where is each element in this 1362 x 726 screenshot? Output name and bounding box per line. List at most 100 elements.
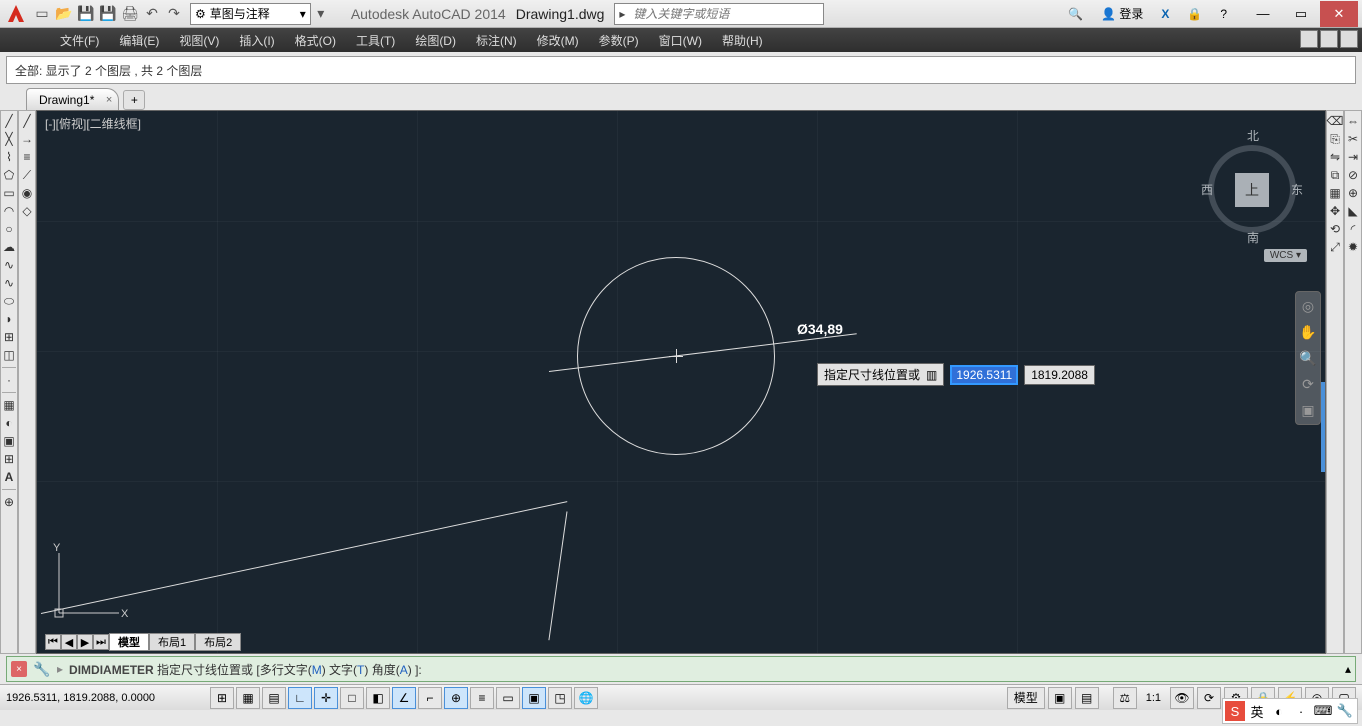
dyn-input-y[interactable]: 1819.2088	[1024, 365, 1095, 385]
polar-icon[interactable]: ✛	[314, 687, 338, 709]
doc-tab-drawing1[interactable]: Drawing1* ×	[26, 88, 119, 110]
menu-tools[interactable]: 工具(T)	[346, 28, 405, 52]
modelspace-button[interactable]: 模型	[1007, 687, 1045, 709]
layout-first-icon[interactable]: ⏮	[45, 634, 61, 650]
cmdline-close-icon[interactable]: ×	[11, 661, 27, 677]
saveas-icon[interactable]: 💾	[98, 4, 118, 24]
splinefit-icon[interactable]: ∿	[1, 275, 17, 291]
zoom-extents-icon[interactable]: 🔍	[1298, 348, 1318, 368]
line-icon[interactable]: ╱	[1, 113, 17, 129]
ellipsearc-icon[interactable]: ◗	[1, 311, 17, 327]
annovis-icon[interactable]: 👁	[1170, 687, 1194, 709]
fillet-icon[interactable]: ◜	[1345, 221, 1361, 237]
viewcube-face[interactable]: 上	[1235, 173, 1269, 207]
circle-icon[interactable]: ○	[1, 221, 17, 237]
join-icon[interactable]: ⊕	[1345, 185, 1361, 201]
menu-insert[interactable]: 插入(I)	[229, 28, 284, 52]
scale-icon[interactable]: ⤢	[1327, 239, 1343, 255]
viewcube-west[interactable]: 西	[1201, 181, 1213, 198]
insert-icon[interactable]: ⊞	[1, 329, 17, 345]
dyn-icon[interactable]: ⊕	[444, 687, 468, 709]
ortho-icon[interactable]: ∟	[288, 687, 312, 709]
rectangle-icon[interactable]: ▭	[1, 185, 17, 201]
viewcube[interactable]: 上 北 南 东 西	[1197, 123, 1307, 263]
layout-last-icon[interactable]: ⏭	[93, 634, 109, 650]
extend-icon[interactable]: ⇥	[1345, 149, 1361, 165]
cmdline-expand-icon[interactable]: ▴	[1345, 662, 1351, 676]
infer-constraints-icon[interactable]: ⊞	[210, 687, 234, 709]
menu-view[interactable]: 视图(V)	[169, 28, 229, 52]
menu-window[interactable]: 窗口(W)	[649, 28, 712, 52]
osnap-icon[interactable]: □	[340, 687, 364, 709]
layout-prev-icon[interactable]: ◀	[61, 634, 77, 650]
revcloud-icon[interactable]: ☁	[1, 239, 17, 255]
tab-model[interactable]: 模型	[109, 633, 149, 651]
grid-icon[interactable]: ▤	[262, 687, 286, 709]
layout-next-icon[interactable]: ▶	[77, 634, 93, 650]
addselected-icon[interactable]: ⊕	[1, 494, 17, 510]
offset-icon[interactable]: ⧉	[1327, 167, 1343, 183]
viewport-controls[interactable]: [-][俯视][二维线框]	[45, 115, 141, 132]
stretch-icon[interactable]: ⇔	[1345, 113, 1361, 129]
cmdline-config-icon[interactable]: 🔧	[33, 661, 51, 678]
minimize-button[interactable]: —	[1244, 1, 1282, 27]
app-logo[interactable]	[4, 2, 28, 26]
command-line[interactable]: × 🔧 ▸ DIMDIAMETER 指定尺寸线位置或 [多行文字(M) 文字(T…	[6, 656, 1356, 682]
search-caret-icon[interactable]: ▸	[615, 7, 629, 21]
chamfer-icon[interactable]: ◣	[1345, 203, 1361, 219]
line2-icon[interactable]: ╱	[19, 113, 35, 129]
dyn-input-x[interactable]: 1926.5311	[950, 365, 1018, 385]
menu-edit[interactable]: 编辑(E)	[109, 28, 169, 52]
rotate-icon[interactable]: ⟲	[1327, 221, 1343, 237]
ime-keyboard-icon[interactable]: ⌨	[1313, 701, 1333, 721]
login-button[interactable]: 👤 登录	[1094, 3, 1150, 25]
exchange-icon[interactable]: X	[1154, 3, 1176, 25]
tab-layout1[interactable]: 布局1	[149, 633, 195, 651]
gradient-icon[interactable]: ◐	[1, 415, 17, 431]
viewcube-north[interactable]: 北	[1247, 127, 1259, 144]
move-icon[interactable]: ✥	[1327, 203, 1343, 219]
explode-icon[interactable]: ✹	[1345, 239, 1361, 255]
new-icon[interactable]: ▭	[32, 4, 52, 24]
tpy-icon[interactable]: ▭	[496, 687, 520, 709]
otrack-icon[interactable]: ∠	[392, 687, 416, 709]
3dpoly-icon[interactable]: ⟋	[19, 167, 35, 183]
block-icon[interactable]: ◫	[1, 347, 17, 363]
break-icon[interactable]: ⊘	[1345, 167, 1361, 183]
menu-format[interactable]: 格式(O)	[285, 28, 346, 52]
menu-draw[interactable]: 绘图(D)	[405, 28, 466, 52]
table-icon[interactable]: ⊞	[1, 451, 17, 467]
annauto-icon[interactable]: ⟳	[1197, 687, 1221, 709]
maximize-button[interactable]: ▭	[1282, 1, 1320, 27]
close-button[interactable]: ✕	[1320, 1, 1358, 27]
print-icon[interactable]: 🖨	[120, 4, 140, 24]
wcs-dropdown[interactable]: WCS ▾	[1264, 249, 1307, 262]
mdi-minimize[interactable]: –	[1300, 30, 1318, 48]
ellipse-icon[interactable]: ⬭	[1, 293, 17, 309]
erase-icon[interactable]: ⌫	[1327, 113, 1343, 129]
search-button[interactable]: 🔍	[1061, 3, 1090, 25]
ime-mode-icon[interactable]: ◐	[1269, 701, 1289, 721]
3dosnap-icon[interactable]: ◧	[366, 687, 390, 709]
viewcube-south[interactable]: 南	[1247, 229, 1259, 246]
options-icon[interactable]: ▥	[926, 368, 937, 382]
lwt-icon[interactable]: ≡	[470, 687, 494, 709]
ime-lang-icon[interactable]: 英	[1247, 701, 1267, 721]
steering-wheel-icon[interactable]: ◎	[1298, 296, 1318, 316]
coordinates[interactable]: 1926.5311, 1819.2088, 0.0000	[6, 692, 206, 704]
mtext-icon[interactable]: A	[1, 469, 17, 485]
ime-punct-icon[interactable]: ·	[1291, 701, 1311, 721]
showmotion-icon[interactable]: ▣	[1298, 400, 1318, 420]
mdi-close[interactable]: ×	[1340, 30, 1358, 48]
menu-param[interactable]: 参数(P)	[589, 28, 649, 52]
new-tab-button[interactable]: +	[123, 90, 145, 110]
arc-icon[interactable]: ◠	[1, 203, 17, 219]
search-input[interactable]	[629, 7, 823, 21]
qp-icon[interactable]: ▣	[522, 687, 546, 709]
xline-icon[interactable]: ╳	[1, 131, 17, 147]
mline-icon[interactable]: ≡	[19, 149, 35, 165]
workspace-dropdown[interactable]: ⚙ 草图与注释 ▾	[190, 3, 311, 25]
array-icon[interactable]: ▦	[1327, 185, 1343, 201]
copy-icon[interactable]: ⎘	[1327, 131, 1343, 147]
close-tab-icon[interactable]: ×	[106, 94, 112, 106]
